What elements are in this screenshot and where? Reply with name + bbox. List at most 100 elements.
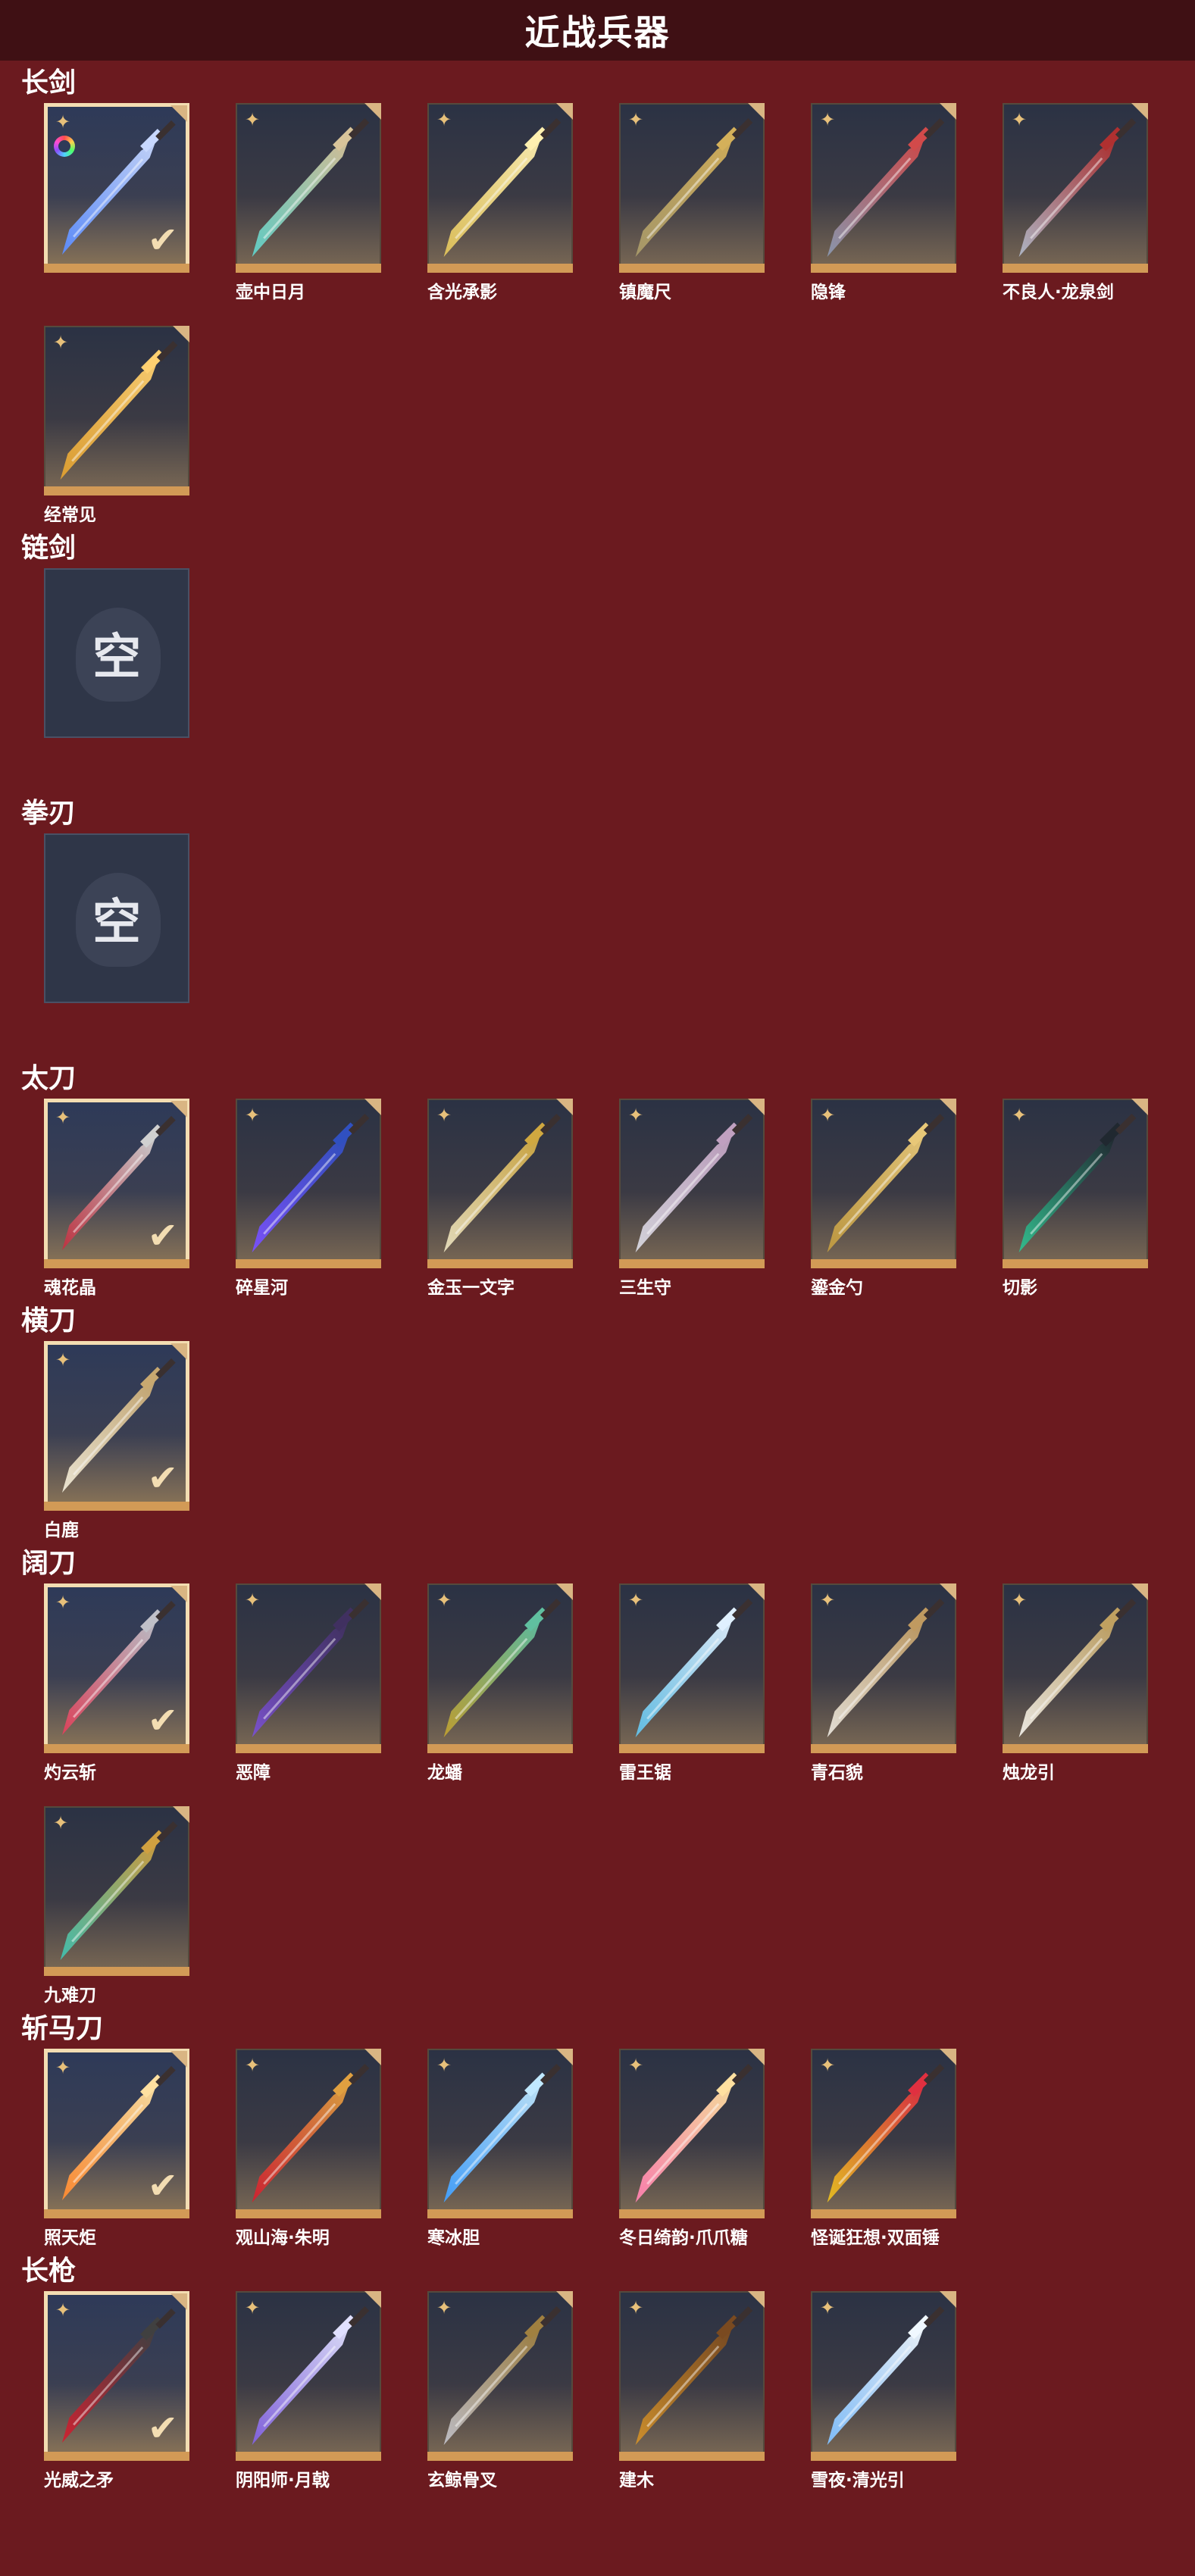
weapon-grid: ✦ ✔ 照天炬 ✦ 观山海·朱明 ✦ 寒冰胆 ✦ 冬日绮韵·爪爪糖 ✦ 怪诞狂想·双面锤 [21,2049,1195,2249]
weapon-card[interactable]: ✦ [427,1099,573,1268]
weapon-item[interactable]: ✦ 鎏金勺 [811,1099,956,1299]
ornament-star-icon: ✦ [55,1592,71,1613]
ornament-star-icon: ✦ [244,2055,261,2076]
ornament-star-icon: ✦ [627,109,644,130]
weapon-item[interactable]: ✦ ✔ 光威之矛 [44,2291,189,2491]
weapon-item[interactable]: ✦ 不良人·龙泉剑 [1003,103,1148,303]
weapon-card[interactable]: ✦ [811,2049,956,2218]
weapon-name: 三生守 [619,1278,671,1298]
weapon-section: 阔刀 ✦ ✔ 灼云斩 ✦ 恶障 ✦ 龙蟠 ✦ 雷王锯 ✦ 青石貌 ✦ 烛龙引 ✦ 九难刀 [0,1541,1195,2006]
weapon-card[interactable]: ✦ [1003,1583,1148,1753]
weapon-item[interactable]: ✦ 寒冰胆 [427,2049,573,2249]
weapon-item[interactable]: ✦ 恶障 [236,1583,381,1784]
weapon-card[interactable]: ✦ [44,1806,189,1976]
weapon-section: 拳刃空 [0,791,1195,1056]
weapon-name: 含光承影 [427,283,497,302]
section-title: 链剑 [21,533,77,564]
empty-slot[interactable]: 空 [44,833,189,1056]
checkmark-icon: ✔ [147,1699,178,1742]
weapon-item[interactable]: ✦ 阴阳师·月戟 [236,2291,381,2491]
empty-slot[interactable]: 空 [44,568,189,791]
weapon-grid: ✦ ✔ 灼云斩 ✦ 恶障 ✦ 龙蟠 ✦ 雷王锯 ✦ 青石貌 ✦ 烛龙引 ✦ 九难刀 [21,1583,1195,2006]
empty-slot-card[interactable]: 空 [44,833,189,1003]
weapon-card[interactable]: ✦ ✔ [44,2049,189,2218]
weapon-name: 白鹿 [44,1521,79,1540]
weapon-card[interactable]: ✦ [427,2291,573,2461]
ornament-star-icon: ✦ [52,1812,69,1834]
empty-slot-card[interactable]: 空 [44,568,189,738]
weapon-card[interactable]: ✦ ✔ [44,1099,189,1268]
weapon-item[interactable]: ✦ 龙蟠 [427,1583,573,1784]
weapon-item[interactable]: ✦ 隐锋 [811,103,956,303]
weapon-card[interactable]: ✦ [236,2049,381,2218]
checkmark-icon: ✔ [147,219,178,261]
weapon-item[interactable]: ✦ 经常见 [44,326,189,526]
weapon-card[interactable]: ✦ [44,326,189,496]
weapon-card[interactable]: ✦ [811,103,956,273]
weapon-item[interactable]: ✦ 观山海·朱明 [236,2049,381,2249]
weapon-grid: ✦ ✔ 白鹿 [21,1341,1195,1541]
weapon-item[interactable]: ✦ 壶中日月 [236,103,381,303]
weapon-item[interactable]: ✦ ✔ 白鹿 [44,1341,189,1541]
weapon-item[interactable]: ✦ ✔ 魂花晶 [44,1099,189,1299]
weapon-item[interactable]: ✦ ✔ 照天炬 [44,2049,189,2249]
ornament-star-icon: ✦ [1011,109,1028,130]
weapon-name: 雪夜·清光引 [811,2471,905,2490]
weapon-name: 阴阳师·月戟 [236,2471,330,2490]
weapon-card[interactable]: ✦ [619,2049,765,2218]
weapon-item[interactable]: ✦ 青石貌 [811,1583,956,1784]
weapon-card[interactable]: ✦ [427,2049,573,2218]
weapon-item[interactable]: ✦ 镇魔尺 [619,103,765,303]
weapon-item[interactable]: ✦ 建木 [619,2291,765,2491]
weapon-item[interactable]: ✦ 雪夜·清光引 [811,2291,956,2491]
weapon-item[interactable]: ✦ 切影 [1003,1099,1148,1299]
weapon-card[interactable]: ✦ [619,103,765,273]
section-title: 横刀 [21,1305,77,1336]
weapon-card[interactable]: ✦ [427,103,573,273]
section-title: 太刀 [21,1063,77,1094]
empty-slot-label: 空 [92,630,141,686]
weapon-card[interactable]: ✦ [811,2291,956,2461]
weapon-card[interactable]: ✦ [236,1583,381,1753]
weapon-item[interactable]: ✦ 烛龙引 [1003,1583,1148,1784]
weapon-card[interactable]: ✦ [236,103,381,273]
weapon-name: 光威之矛 [44,2471,114,2490]
ornament-star-icon: ✦ [55,2299,71,2321]
weapon-name: 隐锋 [811,283,846,302]
weapon-grid: ✦ ✔ 魂花晶 ✦ 碎星河 ✦ 金玉一文字 ✦ 三生守 ✦ 鎏金勺 ✦ 切影 [21,1099,1195,1299]
weapon-card[interactable]: ✦ [427,1583,573,1753]
ornament-star-icon: ✦ [244,1105,261,1126]
weapon-item[interactable]: ✦ ✔ 灼云斩 [44,1583,189,1784]
weapon-card[interactable]: ✦ ✔ [44,1341,189,1511]
weapon-item[interactable]: ✦ ✔ [44,103,189,303]
weapon-item[interactable]: ✦ 三生守 [619,1099,765,1299]
weapon-card[interactable]: ✦ ✔ [44,1583,189,1753]
weapon-card[interactable]: ✦ [1003,103,1148,273]
weapon-card[interactable]: ✦ ✔ [44,2291,189,2461]
ornament-star-icon: ✦ [627,2297,644,2318]
weapon-item[interactable]: ✦ 含光承影 [427,103,573,303]
weapon-card[interactable]: ✦ [236,2291,381,2461]
weapon-item[interactable]: ✦ 怪诞狂想·双面锤 [811,2049,956,2249]
weapon-card[interactable]: ✦ [619,2291,765,2461]
weapon-card[interactable]: ✦ [236,1099,381,1268]
weapon-item[interactable]: ✦ 金玉一文字 [427,1099,573,1299]
weapon-card[interactable]: ✦ ✔ [44,103,189,273]
ornament-star-icon: ✦ [436,2297,452,2318]
weapon-card[interactable]: ✦ [1003,1099,1148,1268]
weapon-item[interactable]: ✦ 雷王锯 [619,1583,765,1784]
ornament-star-icon: ✦ [627,1105,644,1126]
weapon-card[interactable]: ✦ [619,1099,765,1268]
weapon-item[interactable]: ✦ 冬日绮韵·爪爪糖 [619,2049,765,2249]
weapon-item[interactable]: ✦ 碎星河 [236,1099,381,1299]
weapon-card[interactable]: ✦ [619,1583,765,1753]
weapon-card[interactable]: ✦ [811,1099,956,1268]
section-title: 拳刃 [21,798,77,829]
weapon-name: 青石貌 [811,1763,863,1783]
weapon-name: 九难刀 [44,1986,96,2005]
weapon-card[interactable]: ✦ [811,1583,956,1753]
weapon-name: 照天炬 [44,2228,96,2248]
weapon-name: 碎星河 [236,1278,288,1298]
weapon-item[interactable]: ✦ 玄鲸骨叉 [427,2291,573,2491]
weapon-item[interactable]: ✦ 九难刀 [44,1806,189,2006]
